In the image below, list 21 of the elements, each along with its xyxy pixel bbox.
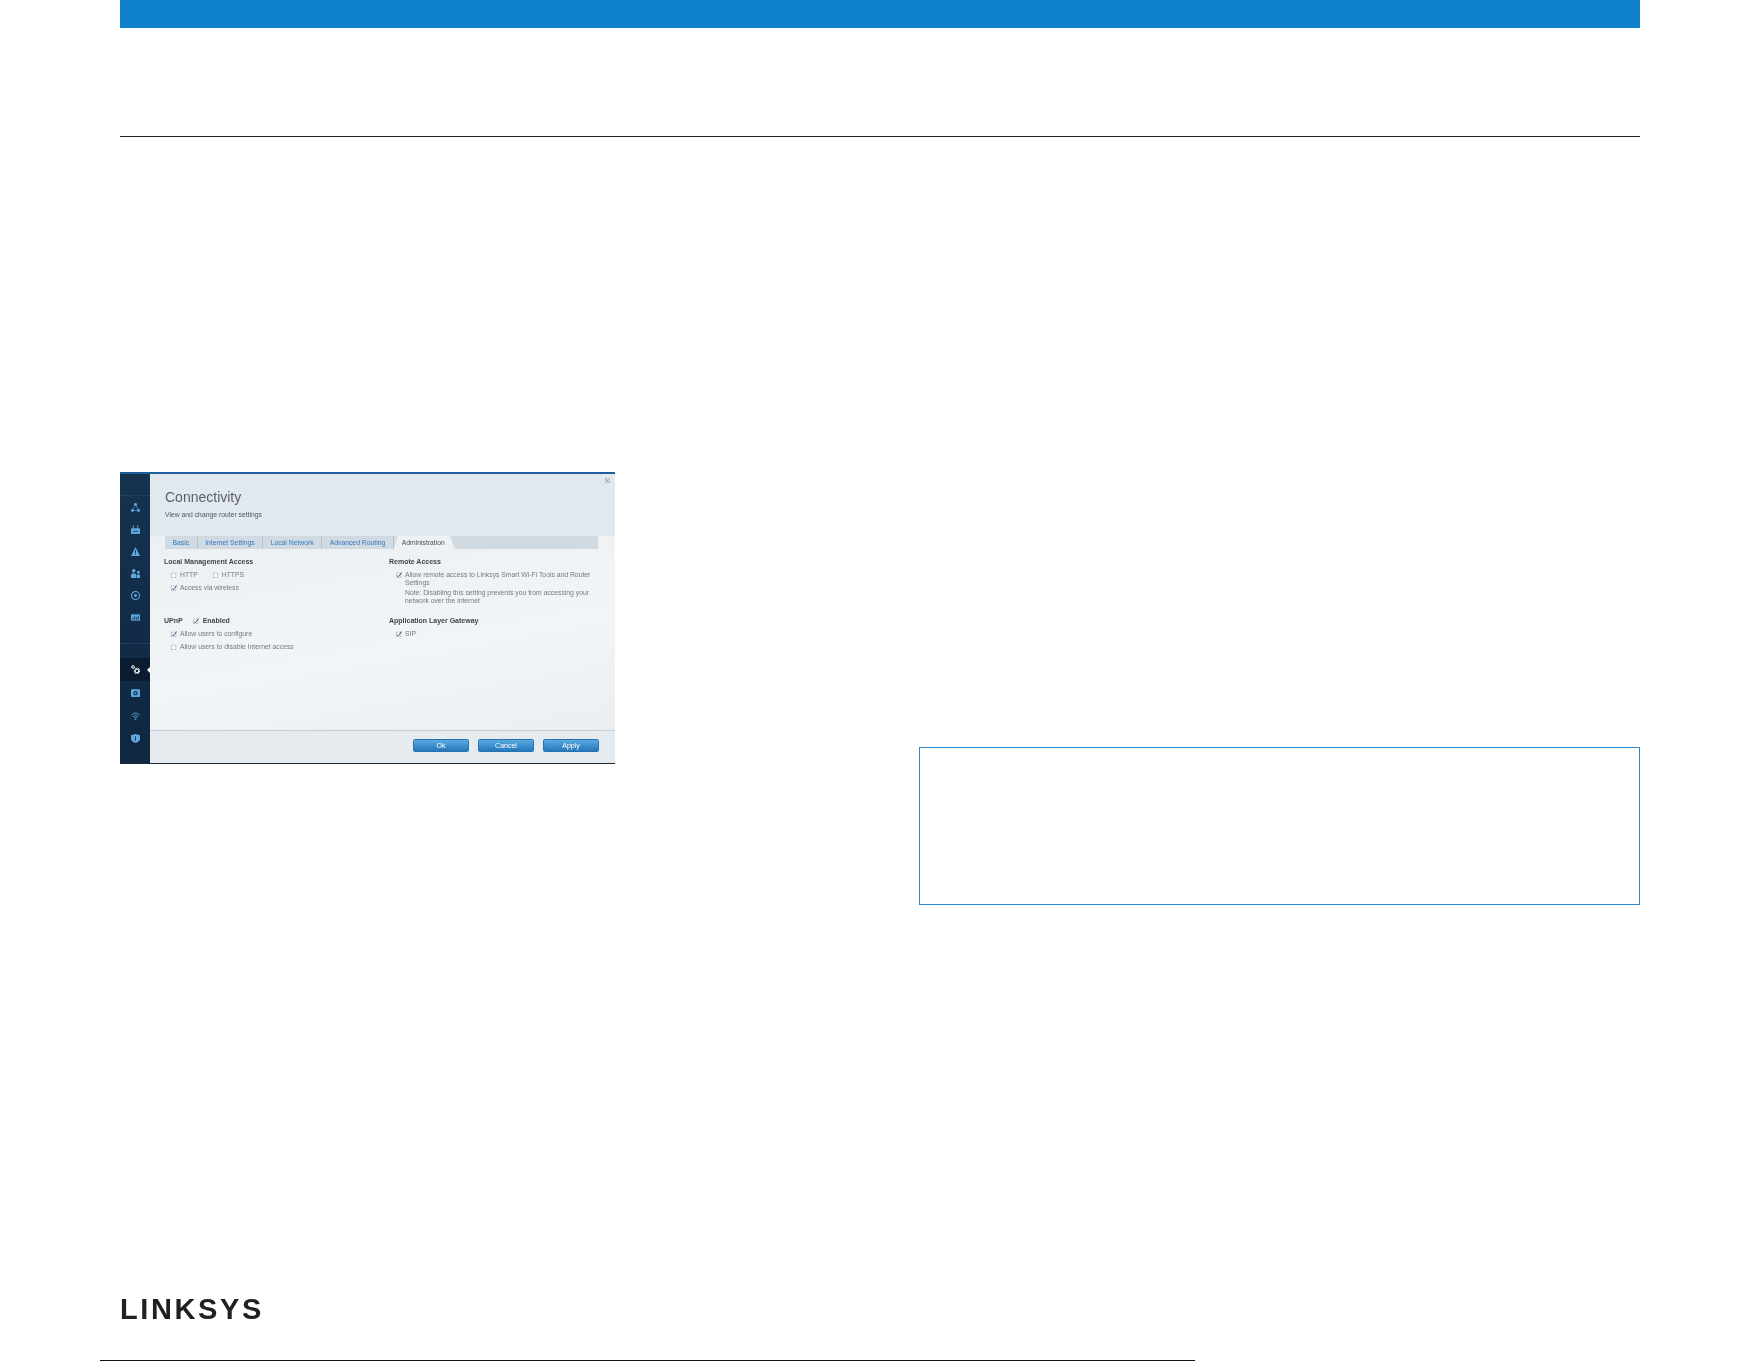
camera-icon: [130, 688, 140, 697]
checkbox[interactable]: [171, 585, 177, 591]
checkbox[interactable]: [171, 572, 177, 578]
checkbox[interactable]: [396, 631, 402, 637]
gears-icon: [130, 665, 140, 674]
network-icon: [130, 502, 140, 512]
people-icon: [130, 568, 140, 578]
checkbox[interactable]: [396, 572, 402, 578]
wifi-icon: [130, 711, 140, 720]
checkbox[interactable]: [171, 644, 177, 650]
warning-icon: [130, 546, 140, 556]
router-icon: [130, 524, 140, 534]
checkbox[interactable]: [192, 618, 199, 624]
checkbox[interactable]: [171, 631, 177, 637]
shield-icon: [130, 734, 140, 743]
logo: LINKSYS: [120, 1295, 264, 1324]
page-title: Connectivity: [165, 489, 242, 505]
nav-item[interactable]: [120, 658, 150, 681]
checkbox[interactable]: [212, 572, 219, 578]
target-icon: [130, 590, 140, 600]
bar-chart-icon: [130, 612, 140, 622]
